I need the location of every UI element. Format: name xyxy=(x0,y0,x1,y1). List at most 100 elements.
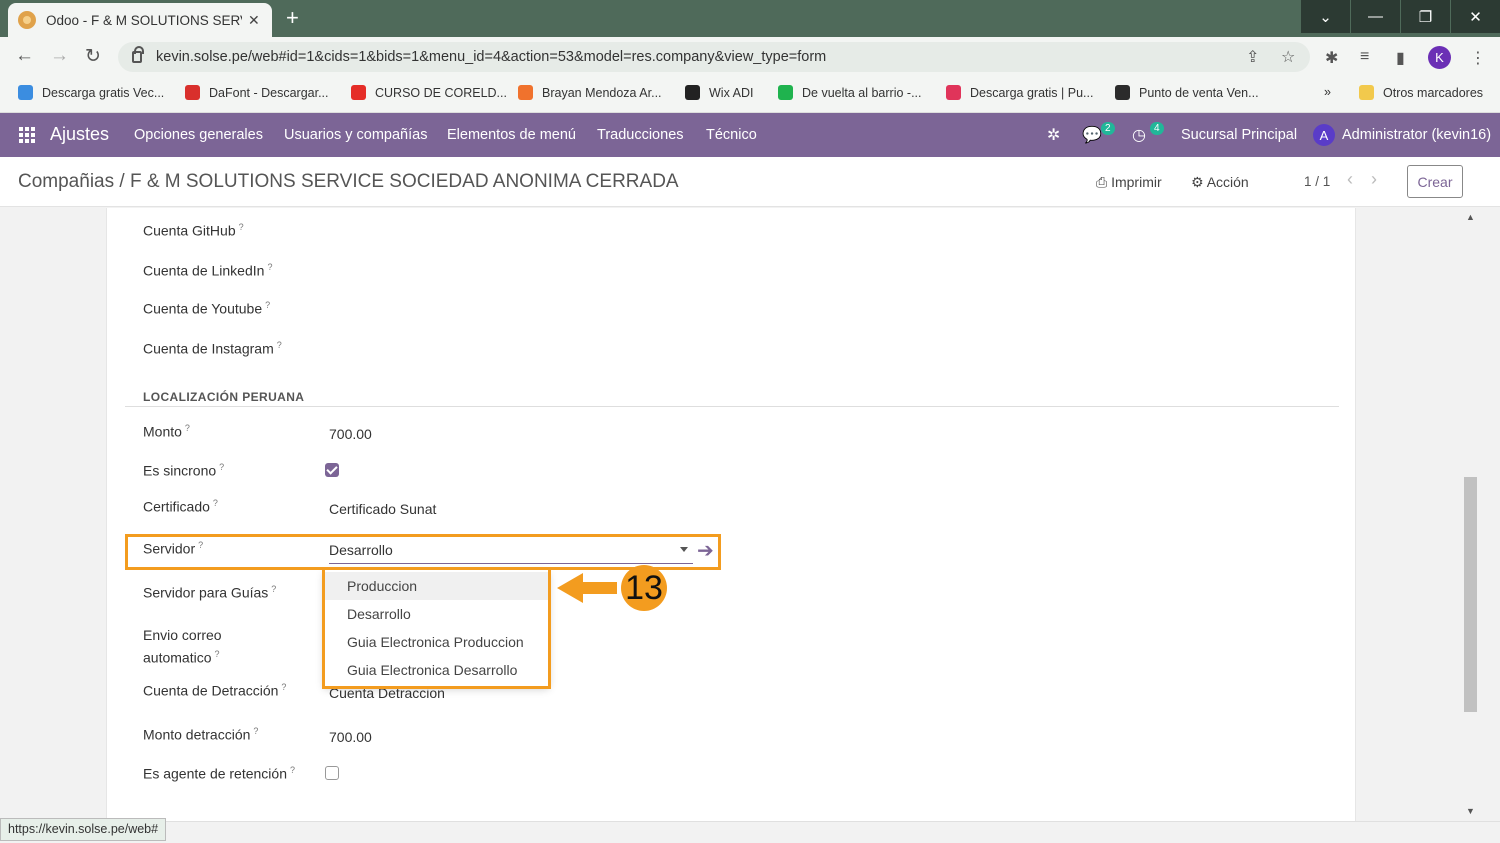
bookmark-item[interactable]: Descarga gratis | Pu... xyxy=(946,85,1093,100)
close-tab-icon[interactable]: ✕ xyxy=(248,12,260,29)
apps-grid-icon[interactable] xyxy=(19,127,35,143)
window-controls: ⌄ — ❐ ✕ xyxy=(1300,0,1500,37)
bookmark-label: Brayan Mendoza Ar... xyxy=(542,85,662,100)
reading-list-icon[interactable]: ≡ xyxy=(1360,48,1369,66)
odoo-navbar: Ajustes Opciones generales Usuarios y co… xyxy=(0,113,1500,157)
bookmark-label: Punto de venta Ven... xyxy=(1139,85,1259,100)
linkedin-label: Cuenta de LinkedIn? xyxy=(143,262,273,279)
share-icon[interactable]: ⇪ xyxy=(1246,47,1259,67)
cuenta-detraccion-label: Cuenta de Detracción? xyxy=(143,682,287,699)
address-toolbar: ← → ↻ kevin.solse.pe/web#id=1&cids=1&bid… xyxy=(0,37,1500,76)
menu-elementos-de-menu[interactable]: Elementos de menú xyxy=(447,127,576,143)
bookmark-favicon-icon xyxy=(185,85,200,100)
reload-icon[interactable]: ↻ xyxy=(85,45,101,68)
bookmark-item[interactable]: Wix ADI xyxy=(685,85,753,100)
minimize-icon[interactable]: — xyxy=(1350,0,1400,33)
branch-switcher[interactable]: Sucursal Principal xyxy=(1181,127,1297,143)
servidor-guias-label: Servidor para Guías? xyxy=(143,584,277,601)
pager-previous-icon[interactable]: ‹ xyxy=(1347,169,1353,190)
certificado-label: Certificado? xyxy=(143,498,218,515)
url-text[interactable]: kevin.solse.pe/web#id=1&cids=1&bids=1&me… xyxy=(156,49,826,65)
print-button[interactable]: ⎙ Imprimir xyxy=(1096,174,1162,191)
close-window-icon[interactable]: ✕ xyxy=(1450,0,1500,33)
scroll-thumb[interactable] xyxy=(1464,477,1477,712)
bookmark-label: De vuelta al barrio -... xyxy=(802,85,922,100)
sincrono-label: Es sincrono? xyxy=(143,462,225,479)
other-bookmarks-label: Otros marcadores xyxy=(1383,85,1484,100)
menu-traducciones[interactable]: Traducciones xyxy=(597,127,684,143)
bookmark-item[interactable]: Punto de venta Ven... xyxy=(1115,85,1259,100)
new-tab-plus-icon[interactable]: + xyxy=(286,5,299,31)
form-sheet: Cuenta GitHub? Cuenta de LinkedIn? Cuent… xyxy=(106,208,1356,821)
envio-correo-label-line2: automatico? xyxy=(143,649,220,666)
bookmark-item[interactable]: Descarga gratis Vec... xyxy=(18,85,164,100)
annotation-arrow-icon xyxy=(557,573,617,603)
debug-bug-icon[interactable]: ✲ xyxy=(1047,125,1060,145)
tab-search-chevron-icon[interactable]: ⌄ xyxy=(1300,0,1350,33)
side-panel-icon[interactable]: ▮ xyxy=(1396,48,1405,68)
bookmarks-overflow[interactable]: » xyxy=(1324,85,1331,99)
envio-correo-label-line1: Envio correo xyxy=(143,627,222,643)
app-name[interactable]: Ajustes xyxy=(50,124,109,145)
bookmarks-bar: Descarga gratis Vec... DaFont - Descarga… xyxy=(0,76,1500,113)
control-panel: Compañias / F & M SOLUTIONS SERVICE SOCI… xyxy=(0,157,1500,207)
menu-usuarios-companias[interactable]: Usuarios y compañías xyxy=(284,127,427,143)
restore-icon[interactable]: ❐ xyxy=(1400,0,1450,33)
bookmark-item[interactable]: De vuelta al barrio -... xyxy=(778,85,922,100)
forward-arrow-icon[interactable]: → xyxy=(50,45,69,67)
browser-menu-kebab-icon[interactable]: ⋮ xyxy=(1470,48,1486,68)
agente-retencion-checkbox[interactable] xyxy=(325,766,339,780)
activity-clock-icon[interactable]: ◷ xyxy=(1132,125,1146,145)
browser-profile-avatar[interactable]: K xyxy=(1428,46,1451,69)
menu-opciones-generales[interactable]: Opciones generales xyxy=(134,127,263,143)
other-bookmarks[interactable]: Otros marcadores xyxy=(1359,85,1483,100)
extensions-puzzle-icon[interactable]: ✱ xyxy=(1325,48,1338,68)
user-avatar[interactable]: A xyxy=(1313,124,1335,146)
back-arrow-icon[interactable]: ← xyxy=(15,45,34,67)
bookmark-item[interactable]: CURSO DE CORELD... xyxy=(351,85,507,100)
step-number-badge: 13 xyxy=(621,565,667,611)
vertical-scrollbar[interactable]: ▲ ▼ xyxy=(1462,208,1480,821)
folder-icon xyxy=(1359,85,1374,100)
bookmark-favicon-icon xyxy=(778,85,793,100)
dropdown-highlight-box xyxy=(322,567,551,689)
breadcrumb[interactable]: Compañias / F & M SOLUTIONS SERVICE SOCI… xyxy=(18,171,679,193)
bookmark-favicon-icon xyxy=(351,85,366,100)
bookmark-star-icon[interactable]: ☆ xyxy=(1281,47,1295,67)
bookmark-label: Descarga gratis Vec... xyxy=(42,85,165,100)
form-content: Cuenta GitHub? Cuenta de LinkedIn? Cuent… xyxy=(0,208,1500,821)
pager-value[interactable]: 1 / 1 xyxy=(1304,174,1330,189)
action-label: Acción xyxy=(1206,174,1249,190)
bookmark-favicon-icon xyxy=(946,85,961,100)
url-bar[interactable]: kevin.solse.pe/web#id=1&cids=1&bids=1&me… xyxy=(118,42,1310,72)
monto-field[interactable]: 700.00 xyxy=(329,426,372,442)
action-button[interactable]: ⚙ Acción xyxy=(1191,174,1249,191)
menu-tecnico[interactable]: Técnico xyxy=(706,127,757,143)
user-menu[interactable]: Administrator (kevin16) xyxy=(1342,127,1491,143)
activity-badge: 4 xyxy=(1150,122,1164,135)
monto-detraccion-field[interactable]: 700.00 xyxy=(329,729,372,745)
bookmark-favicon-icon xyxy=(518,85,533,100)
create-button[interactable]: Crear xyxy=(1407,165,1463,198)
scroll-up-icon[interactable]: ▲ xyxy=(1466,212,1475,222)
browser-tabstrip: Odoo - F & M SOLUTIONS SERVICE ✕ + ⌄ — ❐… xyxy=(0,0,1500,37)
certificado-field[interactable]: Certificado Sunat xyxy=(329,501,436,517)
chat-icon[interactable]: 💬 xyxy=(1082,125,1102,145)
servidor-highlight-box xyxy=(125,534,721,570)
lock-icon[interactable] xyxy=(132,46,144,63)
section-divider xyxy=(125,406,1339,407)
browser-tab[interactable]: Odoo - F & M SOLUTIONS SERVICE ✕ xyxy=(8,3,272,37)
sincrono-checkbox[interactable] xyxy=(325,463,339,477)
bookmark-label: Wix ADI xyxy=(709,85,754,100)
bookmark-label: DaFont - Descargar... xyxy=(209,85,329,100)
youtube-label: Cuenta de Youtube? xyxy=(143,300,271,317)
scroll-down-icon[interactable]: ▼ xyxy=(1466,806,1475,816)
bookmark-item[interactable]: Brayan Mendoza Ar... xyxy=(518,85,662,100)
pager-next-icon[interactable]: › xyxy=(1371,169,1377,190)
horizontal-scrollbar[interactable] xyxy=(0,821,1500,843)
instagram-label: Cuenta de Instagram? xyxy=(143,340,282,357)
status-bar-url: https://kevin.solse.pe/web# xyxy=(0,818,167,841)
chat-badge: 2 xyxy=(1101,122,1115,135)
bookmark-item[interactable]: DaFont - Descargar... xyxy=(185,85,329,100)
bookmark-favicon-icon xyxy=(18,85,33,100)
